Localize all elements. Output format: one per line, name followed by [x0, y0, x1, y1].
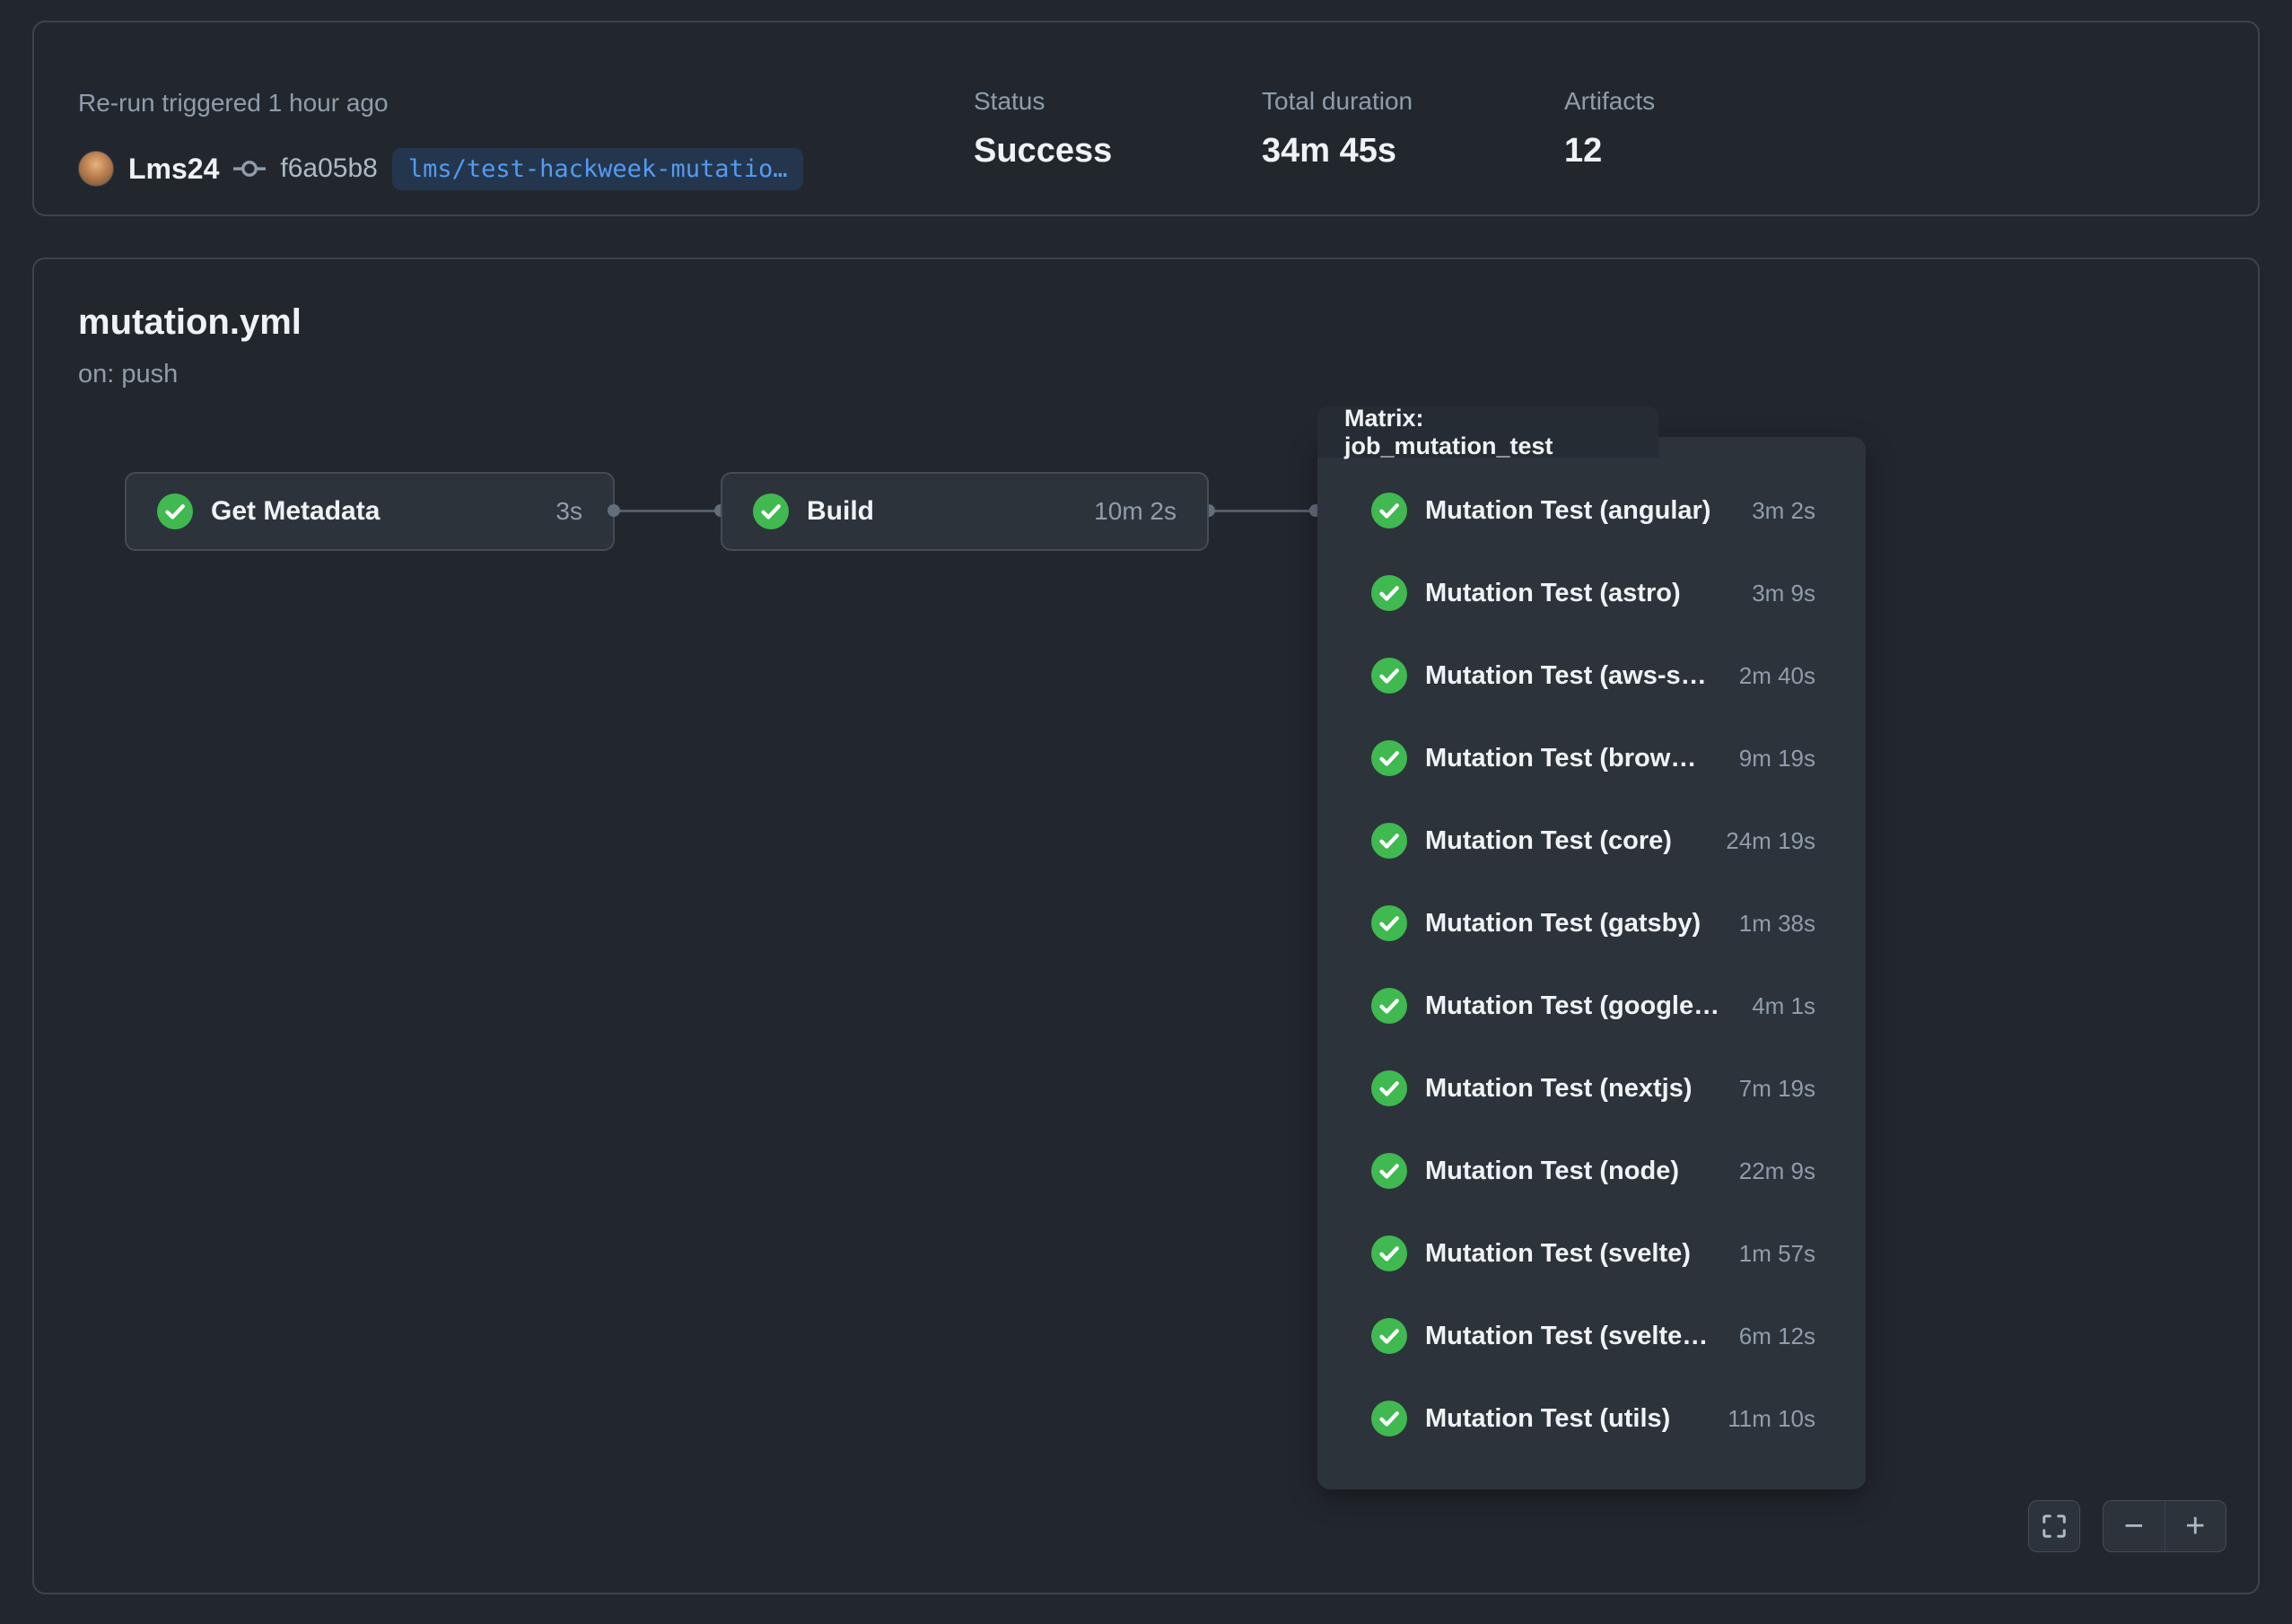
matrix-job-label: Mutation Test (svelte): [1425, 1239, 1691, 1269]
matrix-job-label: Mutation Test (utils): [1425, 1404, 1670, 1434]
workflow-run-page: Re-run triggered 1 hour ago Lms24 f6a05b…: [0, 0, 2292, 1624]
matrix-job-row[interactable]: Mutation Test (core) 24m 19s: [1371, 799, 1815, 882]
commit-row: Lms24 f6a05b8 lms/test-hackweek-mutatio…: [78, 146, 803, 191]
job-node-label: Build: [807, 496, 874, 527]
matrix-job-row[interactable]: Mutation Test (browser) 9m 19s: [1371, 717, 1815, 799]
zoom-out-button[interactable]: −: [2104, 1501, 2165, 1551]
zoom-control-group: − +: [2103, 1500, 2226, 1552]
matrix-job-row[interactable]: Mutation Test (sveltekit) 6m 12s: [1371, 1295, 1815, 1377]
matrix-group-tab: Matrix: job_mutation_test: [1317, 406, 1658, 458]
rerun-trigger-text: Re-run triggered 1 hour ago: [78, 89, 389, 118]
success-check-icon: [1371, 905, 1407, 941]
matrix-job-label: Mutation Test (nextjs): [1425, 1074, 1693, 1104]
workflow-trigger: on: push: [78, 360, 178, 389]
success-check-icon: [753, 493, 789, 529]
matrix-job-duration: 7m 19s: [1727, 1075, 1815, 1103]
matrix-job-row[interactable]: Mutation Test (aws-se... 2m 40s: [1371, 634, 1815, 717]
matrix-job-row[interactable]: Mutation Test (angular) 3m 2s: [1371, 469, 1815, 552]
success-check-icon: [157, 493, 193, 529]
matrix-job-row[interactable]: Mutation Test (utils) 11m 10s: [1371, 1377, 1815, 1460]
matrix-job-duration: 3m 9s: [1739, 580, 1815, 607]
success-check-icon: [1371, 1153, 1407, 1189]
stat-status-value: Success: [974, 132, 1112, 170]
matrix-job-label: Mutation Test (angular): [1425, 496, 1710, 526]
matrix-group-title: Matrix: job_mutation_test: [1344, 405, 1632, 460]
matrix-job-row[interactable]: Mutation Test (gatsby) 1m 38s: [1371, 882, 1815, 965]
job-node-duration: 10m 2s: [1094, 497, 1177, 526]
matrix-job-duration: 2m 40s: [1727, 662, 1815, 690]
matrix-job-duration: 9m 19s: [1727, 745, 1815, 773]
job-node-label: Get Metadata: [211, 496, 380, 527]
matrix-job-duration: 1m 57s: [1727, 1240, 1815, 1268]
stat-status-label: Status: [974, 87, 1112, 116]
matrix-job-row[interactable]: Mutation Test (nextjs) 7m 19s: [1371, 1047, 1815, 1130]
success-check-icon: [1371, 823, 1407, 859]
matrix-job-duration: 11m 10s: [1715, 1405, 1815, 1433]
stat-artifacts-value: 12: [1564, 132, 1655, 170]
matrix-job-row[interactable]: Mutation Test (node) 22m 9s: [1371, 1130, 1815, 1212]
success-check-icon: [1371, 493, 1407, 528]
matrix-job-label: Mutation Test (astro): [1425, 579, 1681, 608]
stat-status: Status Success: [974, 87, 1112, 170]
zoom-in-button[interactable]: +: [2165, 1501, 2226, 1551]
stat-artifacts-label: Artifacts: [1564, 87, 1655, 116]
stat-total-duration-label: Total duration: [1262, 87, 1413, 116]
matrix-job-label: Mutation Test (aws-se...: [1425, 661, 1709, 691]
success-check-icon: [1371, 1401, 1407, 1436]
edge-line: [617, 510, 723, 512]
success-check-icon: [1371, 740, 1407, 776]
stat-total-duration: Total duration 34m 45s: [1262, 87, 1413, 170]
success-check-icon: [1371, 1070, 1407, 1106]
matrix-group-body: Mutation Test (angular) 3m 2s Mutation T…: [1317, 437, 1866, 1489]
edge-dot: [608, 504, 620, 517]
success-check-icon: [1371, 658, 1407, 694]
edge-line: [1212, 510, 1317, 512]
workflow-graph-panel: mutation.yml on: push Get Metadata 3s Bu…: [32, 258, 2260, 1594]
job-node-build[interactable]: Build 10m 2s: [721, 472, 1209, 551]
matrix-job-duration: 6m 12s: [1727, 1323, 1815, 1350]
matrix-job-duration: 4m 1s: [1739, 992, 1815, 1020]
fullscreen-button[interactable]: [2028, 1500, 2080, 1552]
job-node-duration: 3s: [556, 497, 582, 526]
stat-total-duration-value: 34m 45s: [1262, 132, 1413, 170]
branch-badge[interactable]: lms/test-hackweek-mutatio…: [392, 148, 804, 190]
success-check-icon: [1371, 988, 1407, 1024]
run-summary-panel: Re-run triggered 1 hour ago Lms24 f6a05b…: [32, 21, 2260, 216]
job-node-get-metadata[interactable]: Get Metadata 3s: [125, 472, 615, 551]
git-commit-icon: [233, 153, 266, 185]
matrix-job-label: Mutation Test (gatsby): [1425, 909, 1701, 939]
matrix-job-duration: 1m 38s: [1727, 910, 1815, 938]
avatar: [78, 151, 114, 187]
matrix-job-row[interactable]: Mutation Test (svelte) 1m 57s: [1371, 1212, 1815, 1295]
matrix-job-label: Mutation Test (sveltekit): [1425, 1322, 1709, 1351]
stat-artifacts: Artifacts 12: [1564, 87, 1655, 170]
matrix-job-row[interactable]: Mutation Test (astro) 3m 9s: [1371, 552, 1815, 634]
matrix-job-duration: 24m 19s: [1713, 827, 1815, 855]
matrix-job-label: Mutation Test (browser): [1425, 744, 1709, 773]
matrix-job-label: Mutation Test (core): [1425, 826, 1672, 856]
success-check-icon: [1371, 1235, 1407, 1271]
success-check-icon: [1371, 575, 1407, 611]
workflow-file-name: mutation.yml: [78, 302, 302, 343]
actor-name[interactable]: Lms24: [128, 153, 219, 186]
fullscreen-icon: [2041, 1513, 2068, 1540]
commit-sha[interactable]: f6a05b8: [280, 153, 377, 184]
matrix-job-duration: 22m 9s: [1727, 1157, 1815, 1185]
matrix-job-row[interactable]: Mutation Test (google-c... 4m 1s: [1371, 965, 1815, 1047]
success-check-icon: [1371, 1318, 1407, 1354]
matrix-job-label: Mutation Test (google-c...: [1425, 991, 1721, 1021]
matrix-job-label: Mutation Test (node): [1425, 1157, 1679, 1186]
matrix-job-duration: 3m 2s: [1739, 497, 1815, 525]
